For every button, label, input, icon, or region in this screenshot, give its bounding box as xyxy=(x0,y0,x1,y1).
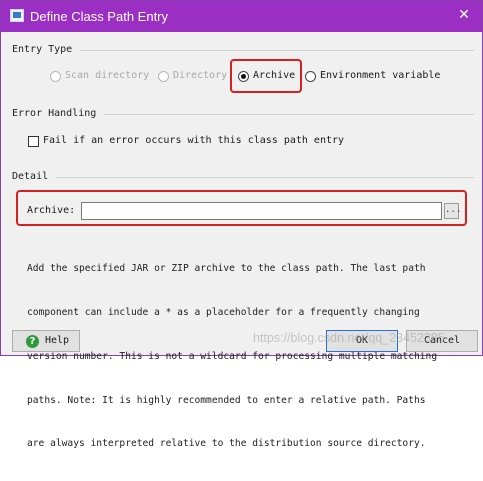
archive-radio[interactable] xyxy=(238,71,249,82)
archive-description: Add the specified JAR or ZIP archive to … xyxy=(27,233,457,481)
title-bar: Define Class Path Entry ✕ xyxy=(1,1,482,32)
directory-radio[interactable] xyxy=(158,71,169,82)
entry-type-group-label: Entry Type xyxy=(12,44,73,55)
description-line: are always interpreted relative to the d… xyxy=(27,438,426,450)
watermark: https://blog.csdn.net/qq_23452385 xyxy=(253,331,445,345)
help-button-label: Help xyxy=(45,335,70,346)
environment-variable-label: Environment variable xyxy=(320,70,441,81)
dialog-window: Define Class Path Entry ✕ Entry Type Sca… xyxy=(0,0,483,449)
description-line: Add the specified JAR or ZIP archive to … xyxy=(27,263,426,275)
scan-directory-radio[interactable] xyxy=(50,71,61,82)
archive-path-input[interactable] xyxy=(81,202,442,220)
fail-on-error-label: Fail if an error occurs with this class … xyxy=(43,135,345,146)
description-line: component can include a * as a placehold… xyxy=(27,306,420,318)
scan-directory-label: Scan directory xyxy=(65,70,150,81)
detail-divider xyxy=(56,177,474,178)
window-icon xyxy=(10,9,24,22)
error-handling-divider xyxy=(104,114,474,115)
environment-variable-radio[interactable] xyxy=(305,71,316,82)
entry-type-divider xyxy=(80,50,474,51)
directory-label: Directory xyxy=(173,70,228,81)
archive-label: Archive xyxy=(253,70,296,81)
browse-button[interactable]: ... xyxy=(444,203,461,219)
help-button[interactable]: ? Help xyxy=(12,330,80,352)
archive-field-label: Archive: xyxy=(27,205,76,216)
fail-on-error-checkbox[interactable] xyxy=(28,136,39,147)
detail-group-label: Detail xyxy=(12,171,49,182)
window-title: Define Class Path Entry xyxy=(30,9,169,24)
description-line: paths. Note: It is highly recommended to… xyxy=(27,394,426,406)
help-icon: ? xyxy=(26,335,39,348)
close-icon[interactable]: ✕ xyxy=(454,5,474,25)
error-handling-group-label: Error Handling xyxy=(12,108,97,119)
